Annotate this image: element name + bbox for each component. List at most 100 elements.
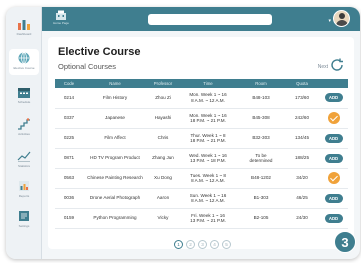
sidebar-item-activities[interactable]: Activities (9, 115, 39, 141)
course-time-hours: 8 A.M. ~ 12 A.M. (191, 178, 225, 183)
course-action (319, 108, 348, 129)
course-professor: Aaron (147, 188, 179, 209)
course-time-hours: 18 P.M. ~ 21 P.M. (190, 138, 226, 143)
check-icon[interactable] (327, 112, 340, 124)
course-code: 0036 (55, 188, 83, 209)
home-link[interactable]: Home Page (50, 10, 72, 28)
course-professor: Zhang Jun (147, 148, 179, 169)
document-icon (19, 211, 29, 221)
course-time-hours: 13 P.M. ~ 18 P.M. (190, 158, 226, 163)
column-header-time: Time (203, 81, 213, 86)
page-button-2[interactable]: 2 (186, 240, 195, 249)
column-header-professor: Professor (153, 81, 173, 86)
table-row: 0563 Chinese Painting Research Xu Dong T… (55, 168, 348, 189)
course-room: B48-103 (237, 88, 285, 109)
course-code: 0337 (55, 108, 83, 129)
bar-chart-icon (18, 20, 30, 30)
course-name: Python Programming (83, 208, 147, 229)
stairs-icon (18, 118, 30, 130)
course-action: ADD (319, 148, 348, 169)
column-header-action (319, 79, 348, 88)
course-action: ADD (319, 128, 348, 149)
course-action (319, 168, 348, 189)
course-time: Fri. Week 1 ~ 16 13 P.M. ~ 21 P.M. (179, 208, 237, 229)
pagination: 1 2 3 4 5 (174, 240, 231, 249)
step-badge: 3 (334, 231, 356, 253)
course-name: Drone Aerial Photograph (83, 188, 147, 209)
course-room: B1-303 (237, 188, 285, 209)
course-action: ADD (319, 208, 348, 229)
course-name: Japanese (83, 108, 147, 129)
page-title: Elective Course (58, 46, 141, 58)
column-header-room: Room (255, 81, 267, 86)
search-input[interactable] (148, 14, 272, 25)
course-name: Film History (83, 88, 147, 109)
course-code: 0225 (55, 128, 83, 149)
course-room-line1: B45-308 (252, 115, 270, 121)
course-time: Tues. Week 1 ~ 88 A.M. ~ 12 A.M. (179, 168, 237, 189)
course-time: Wed. Week 1 ~ 16 13 P.M. ~ 18 P.M. (179, 148, 237, 169)
add-button[interactable]: ADD (324, 213, 343, 223)
sidebar-item-schedule[interactable]: Schedule (9, 83, 39, 109)
add-button[interactable]: ADD (324, 193, 343, 203)
calendar-icon (18, 88, 30, 98)
course-time-hours: 13 P.M. ~ 21 P.M. (190, 218, 226, 223)
section-subtitle: Optional Courses (58, 62, 116, 71)
course-room: B32-303 (237, 128, 285, 149)
table-row: 0214 Film History Zhou Zi Mon. Week 1 ~ … (55, 88, 348, 109)
course-time-hours: 18 P.M. ~ 21 P.M. (190, 118, 226, 123)
chevron-down-icon[interactable]: ▾ (328, 18, 331, 24)
course-quota: 46/25 (285, 188, 319, 209)
course-room-line1: B32-303 (252, 135, 270, 141)
column-header-name: Name (109, 81, 121, 86)
sidebar-item-dashboard[interactable]: Dashboard (9, 15, 39, 41)
add-button[interactable]: ADD (324, 93, 343, 103)
course-code: 0159 (55, 208, 83, 229)
course-room: B48-1202 (237, 168, 285, 189)
course-room: B45-308 (237, 108, 285, 129)
course-professor: Chris (147, 128, 179, 149)
page-button-3[interactable]: 3 (198, 240, 207, 249)
add-button[interactable]: ADD (324, 133, 343, 143)
check-icon[interactable] (327, 172, 340, 184)
top-bar: Home Page ▾ (42, 7, 360, 31)
avatar[interactable] (333, 10, 350, 27)
course-panel: Elective Course Optional Courses Next Co… (48, 37, 354, 249)
course-room: B2-105 (237, 208, 285, 229)
course-quota: 134/45 (285, 128, 319, 149)
course-action: ADD (319, 88, 348, 109)
sidebar-item-reports[interactable]: Reports (9, 177, 39, 203)
sidebar-item-label: Statistics (17, 164, 30, 168)
line-chart-icon (17, 151, 31, 162)
course-code: 0871 (55, 148, 83, 169)
course-time: Mon. Week 1 ~ 16 18 P.M. ~ 21 P.M. (179, 108, 237, 129)
course-room-line2: determined (249, 158, 273, 163)
refresh-icon[interactable] (329, 57, 345, 73)
course-table: Code Name Professor Time Room Quota 0214… (55, 79, 348, 229)
course-quota: 173/60 (285, 88, 319, 109)
sidebar-item-label: Dashboard (16, 32, 32, 36)
course-room-line1: B48-103 (252, 95, 270, 100)
course-time-hours: 8 A.M. ~ 12 A.M. (191, 198, 225, 203)
course-room: To be determined (237, 148, 285, 169)
sidebar-item-statistics[interactable]: Statistics (9, 147, 39, 173)
course-professor: Hayashi (147, 108, 179, 129)
globe-icon (18, 52, 30, 64)
sidebar-item-label: Settings (18, 224, 30, 228)
page-button-4[interactable]: 4 (210, 240, 219, 249)
course-room-line1: B48-1202 (251, 175, 271, 181)
add-button[interactable]: ADD (324, 153, 343, 163)
sidebar-item-elective-course[interactable]: Elective Course (9, 49, 39, 75)
page-button-1[interactable]: 1 (174, 240, 183, 249)
column-header-code: Code (63, 81, 75, 86)
course-name: Film Affect (83, 128, 147, 149)
sidebar-item-settings[interactable]: Settings (9, 207, 39, 233)
course-name: HD TV Program Product (83, 148, 147, 169)
course-name: Chinese Painting Research (83, 168, 147, 189)
sidebar-item-label: Reports (18, 194, 30, 198)
course-quota: 242/60 (285, 108, 319, 129)
course-code: 0563 (55, 168, 83, 189)
page-button-5[interactable]: 5 (222, 240, 231, 249)
course-quota: 188/25 (285, 148, 319, 169)
sidebar-item-label: Schedule (17, 100, 31, 104)
